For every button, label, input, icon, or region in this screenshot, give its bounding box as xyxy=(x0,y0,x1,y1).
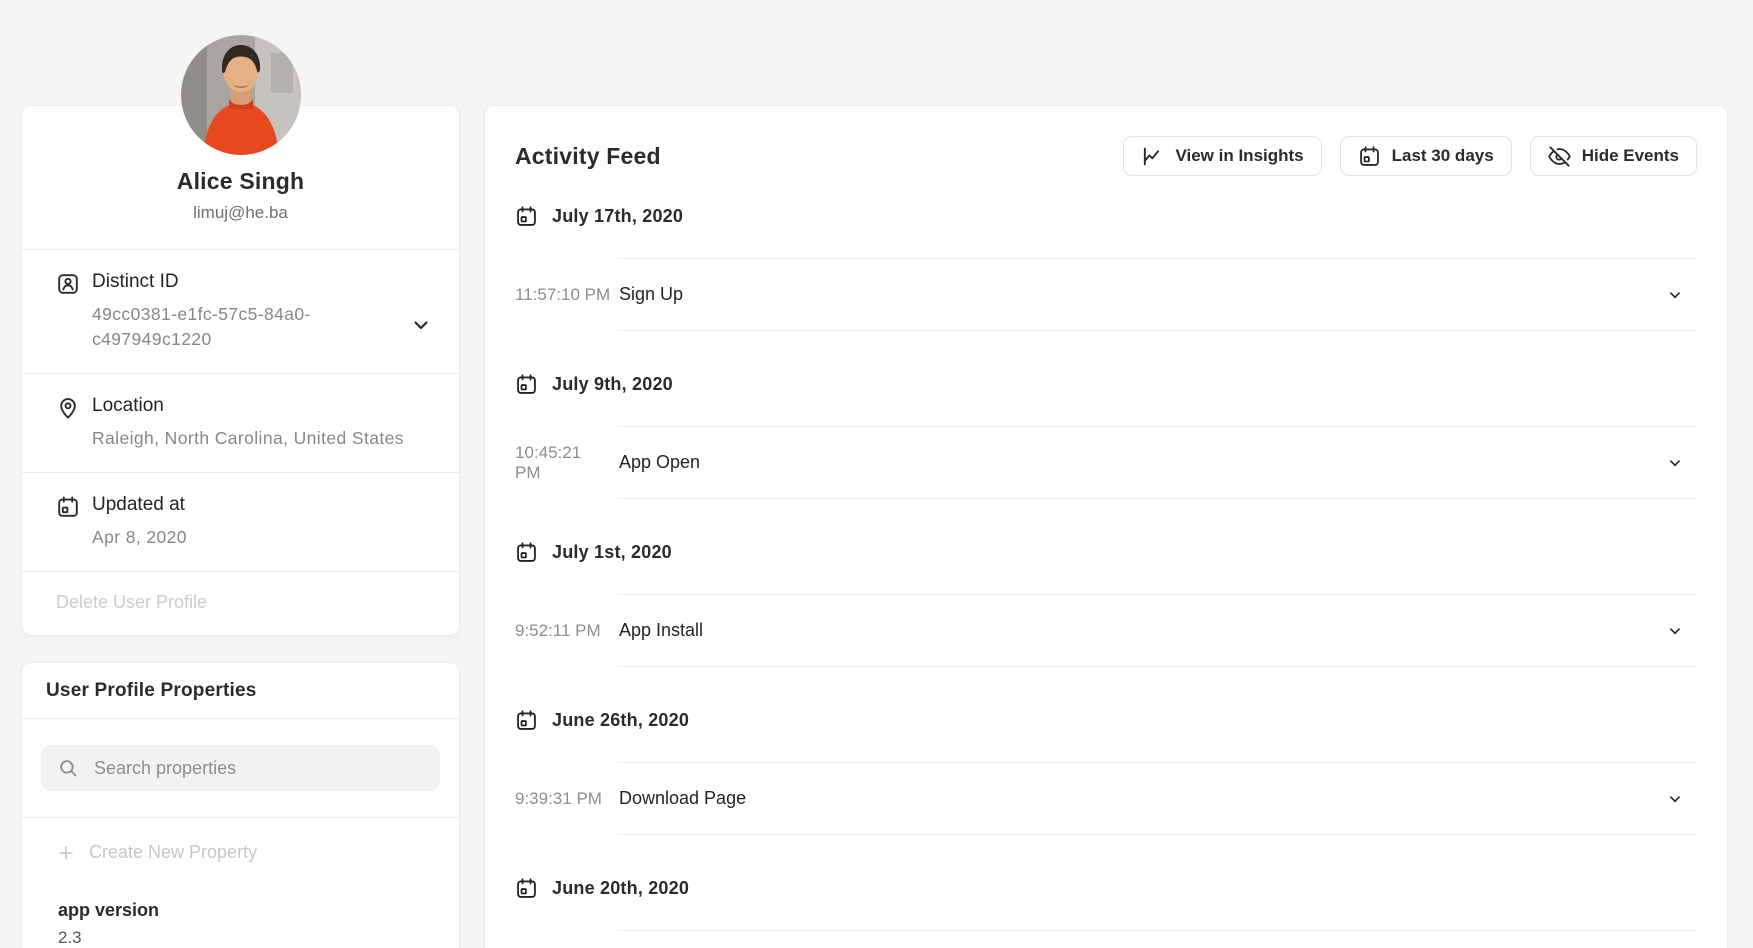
toolbar-button-last-30-days[interactable]: Last 30 days xyxy=(1340,136,1512,176)
chevron-down-icon[interactable] xyxy=(1666,454,1684,472)
toolbar-button-label: Hide Events xyxy=(1582,146,1679,166)
event-rows xyxy=(618,930,1697,931)
feed-groups: July 17th, 202011:57:10 PMSign UpJuly 9t… xyxy=(515,204,1697,931)
date-group: June 20th, 2020 xyxy=(515,876,1697,931)
page: Alice Singh limuj@he.ba Distinct ID 49cc0… xyxy=(0,0,1753,948)
profile-email: limuj@he.ba xyxy=(42,203,439,223)
delete-profile-button[interactable]: Delete User Profile xyxy=(22,571,459,635)
date-group-header: July 17th, 2020 xyxy=(515,204,1697,228)
profile-field-location: Location Raleigh, North Carolina, United … xyxy=(22,373,459,472)
field-text: Updated at Apr 8, 2020 xyxy=(92,494,187,550)
properties-title: User Profile Properties xyxy=(22,663,459,718)
field-value: Apr 8, 2020 xyxy=(92,525,187,550)
feed-title: Activity Feed xyxy=(515,136,661,176)
event-name: App Install xyxy=(618,620,1666,641)
profile-name: Alice Singh xyxy=(42,168,439,195)
activity-feed-card: Activity Feed View in Insights Last 30 da… xyxy=(485,106,1727,948)
event-time: 9:39:31 PM xyxy=(515,789,611,809)
field-value: 49cc0381-e1fc-57c5-84a0- xyxy=(92,302,311,327)
chevron-down-icon[interactable] xyxy=(409,313,433,337)
date-group: July 17th, 202011:57:10 PMSign Up xyxy=(515,204,1697,331)
insights-chart-icon xyxy=(1141,145,1164,168)
properties-body: Create New Property app version 2.3 xyxy=(22,817,459,948)
field-label: Location xyxy=(92,395,404,417)
profile-field-updated-at: Updated at Apr 8, 2020 xyxy=(22,472,459,571)
eye-off-icon xyxy=(1548,145,1571,168)
calendar-icon xyxy=(1358,145,1381,168)
date-label: July 9th, 2020 xyxy=(552,374,673,395)
toolbar-button-label: Last 30 days xyxy=(1392,146,1494,166)
user-profile-card: Alice Singh limuj@he.ba Distinct ID 49cc0… xyxy=(22,106,459,635)
field-label: Distinct ID xyxy=(92,271,311,293)
profile-fields: Distinct ID 49cc0381-e1fc-57c5-84a0-c4979… xyxy=(22,249,459,571)
properties-search-section xyxy=(22,718,459,817)
toolbar-button-hide-events[interactable]: Hide Events xyxy=(1530,136,1697,176)
event-name: App Open xyxy=(618,452,1666,473)
property-name: app version xyxy=(58,900,435,921)
calendar-icon xyxy=(56,495,80,519)
date-group: July 9th, 202010:45:21 PMApp Open xyxy=(515,372,1697,499)
calendar-icon xyxy=(515,541,538,564)
date-label: July 17th, 2020 xyxy=(552,206,683,227)
calendar-icon xyxy=(515,205,538,228)
event-rows: 11:57:10 PMSign Up xyxy=(618,258,1697,331)
field-label: Updated at xyxy=(92,494,187,516)
event-row[interactable]: 10:45:21 PMApp Open xyxy=(618,427,1697,499)
chevron-down-icon[interactable] xyxy=(1666,790,1684,808)
toolbar-button-view-in-insights[interactable]: View in Insights xyxy=(1123,136,1321,176)
chevron-down-icon[interactable] xyxy=(1666,622,1684,640)
date-group-header: July 9th, 2020 xyxy=(515,372,1697,396)
calendar-icon xyxy=(515,709,538,732)
event-time: 10:45:21 PM xyxy=(515,443,611,483)
event-time: 11:57:10 PM xyxy=(515,285,611,305)
event-rows: 9:52:11 PMApp Install xyxy=(618,594,1697,667)
feed-header: Activity Feed View in Insights Last 30 da… xyxy=(515,106,1697,176)
calendar-icon xyxy=(515,373,538,396)
profile-field-distinct-id: Distinct ID 49cc0381-e1fc-57c5-84a0-c4979… xyxy=(22,249,459,373)
date-group-header: June 26th, 2020 xyxy=(515,708,1697,732)
field-value: Raleigh, North Carolina, United States xyxy=(92,426,404,451)
plus-icon xyxy=(56,843,76,863)
event-time: 9:52:11 PM xyxy=(515,621,611,641)
property-item: app version 2.3 xyxy=(22,900,459,948)
event-rows: 10:45:21 PMApp Open xyxy=(618,426,1697,499)
sidebar: Alice Singh limuj@he.ba Distinct ID 49cc0… xyxy=(22,0,459,948)
date-label: June 20th, 2020 xyxy=(552,878,689,899)
avatar xyxy=(181,35,301,155)
user-profile-properties-card: User Profile Properties Create New Prope… xyxy=(22,663,459,948)
date-group-header: July 1st, 2020 xyxy=(515,540,1697,564)
event-name: Sign Up xyxy=(618,284,1666,305)
property-value: 2.3 xyxy=(58,928,435,948)
field-text: Location Raleigh, North Carolina, United … xyxy=(92,395,404,451)
date-group: July 1st, 20209:52:11 PMApp Install xyxy=(515,540,1697,667)
toolbar-button-label: View in Insights xyxy=(1175,146,1303,166)
event-row[interactable]: 9:39:31 PMDownload Page xyxy=(618,763,1697,835)
date-group-header: June 20th, 2020 xyxy=(515,876,1697,900)
calendar-icon xyxy=(515,877,538,900)
location-pin-icon xyxy=(56,396,80,420)
event-name: Download Page xyxy=(618,788,1666,809)
feed-toolbar: View in Insights Last 30 days Hide Events xyxy=(1123,136,1697,176)
create-property-label: Create New Property xyxy=(89,842,257,863)
field-value: c497949c1220 xyxy=(92,327,311,352)
field-text: Distinct ID 49cc0381-e1fc-57c5-84a0-c4979… xyxy=(92,271,311,352)
date-label: June 26th, 2020 xyxy=(552,710,689,731)
search-input[interactable] xyxy=(92,757,424,780)
date-label: July 1st, 2020 xyxy=(552,542,672,563)
event-row[interactable]: 9:52:11 PMApp Install xyxy=(618,595,1697,667)
date-group: June 26th, 20209:39:31 PMDownload Page xyxy=(515,708,1697,835)
chevron-down-icon[interactable] xyxy=(1666,286,1684,304)
id-card-icon xyxy=(56,272,80,296)
create-property-button[interactable]: Create New Property xyxy=(46,842,435,863)
event-rows: 9:39:31 PMDownload Page xyxy=(618,762,1697,835)
event-row[interactable]: 11:57:10 PMSign Up xyxy=(618,259,1697,331)
search-icon xyxy=(57,757,79,779)
property-list: app version 2.3 xyxy=(46,900,435,948)
search-box[interactable] xyxy=(41,745,440,791)
